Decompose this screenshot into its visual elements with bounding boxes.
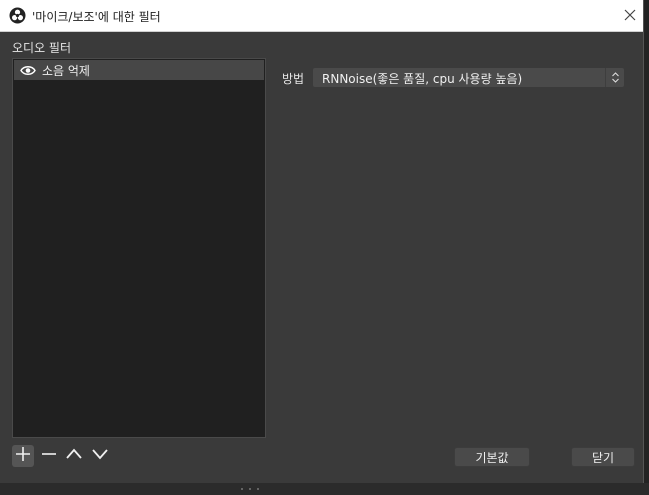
method-select[interactable]: RNNoise(좋은 품질, cpu 사용량 높음) xyxy=(312,67,625,88)
audio-filters-label: 오디오 필터 xyxy=(12,41,72,55)
add-filter-button[interactable] xyxy=(12,445,34,467)
method-label: 방법 xyxy=(282,72,305,86)
chevron-up-icon xyxy=(65,446,83,466)
window-title: '마이크/보조'에 대한 필터 xyxy=(32,10,161,24)
audio-filter-list[interactable]: 소음 억제 xyxy=(12,58,266,438)
remove-filter-button[interactable] xyxy=(38,445,60,467)
filters-dialog: '마이크/보조'에 대한 필터 오디오 필터 소음 억제 방법 RNNoise(… xyxy=(0,0,644,490)
minus-icon xyxy=(41,446,57,466)
plus-icon xyxy=(15,446,31,466)
filter-name: 소음 억제 xyxy=(42,63,90,78)
eye-icon[interactable] xyxy=(19,63,37,77)
method-selected-value: RNNoise(좋은 품질, cpu 사용량 높음) xyxy=(322,72,523,86)
window-close-button[interactable] xyxy=(618,4,642,26)
chevron-down-icon xyxy=(91,446,109,466)
filter-list-item[interactable]: 소음 억제 xyxy=(14,60,264,80)
close-icon xyxy=(624,6,636,25)
title-bar[interactable]: '마이크/보조'에 대한 필터 xyxy=(0,0,643,32)
close-button[interactable]: 닫기 xyxy=(571,447,635,467)
move-up-button[interactable] xyxy=(63,445,85,467)
move-down-button[interactable] xyxy=(89,445,111,467)
obs-logo-icon xyxy=(9,7,26,24)
resize-grip[interactable] xyxy=(230,476,270,490)
select-arrows-icon xyxy=(605,68,624,87)
defaults-button[interactable]: 기본값 xyxy=(454,447,530,467)
